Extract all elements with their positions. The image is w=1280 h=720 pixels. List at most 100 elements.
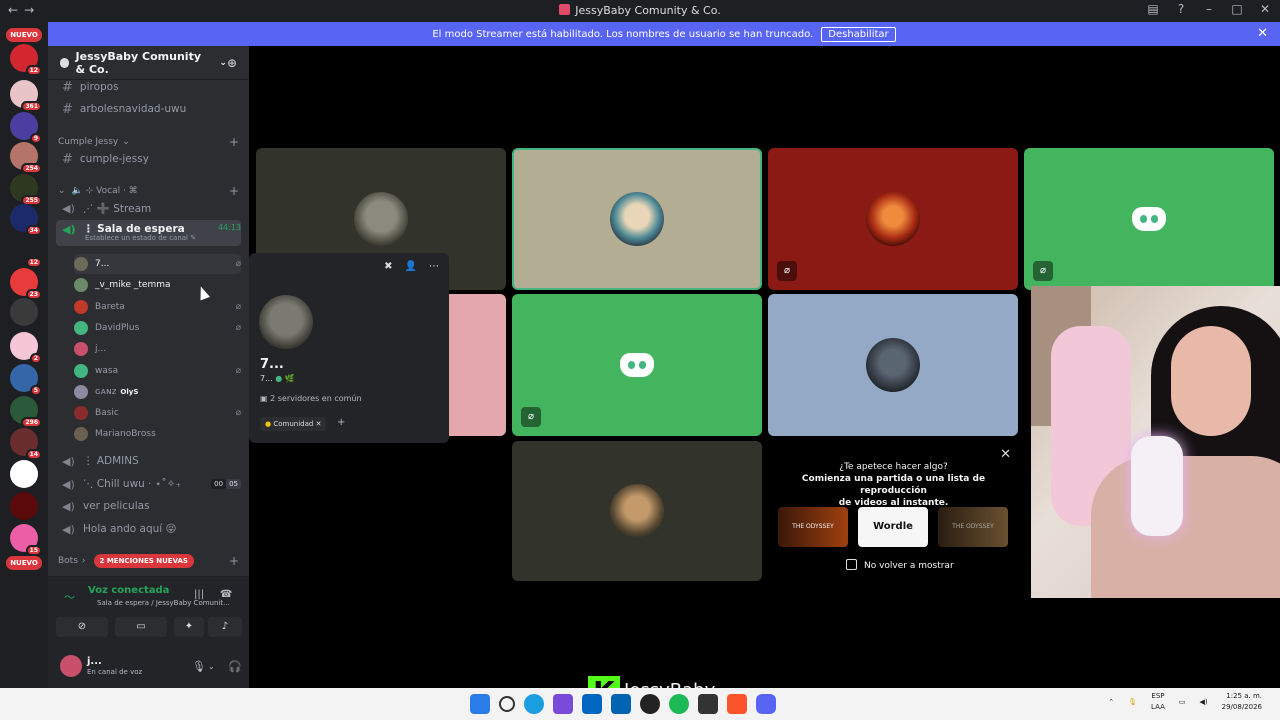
close-icon[interactable]: ✕: [1000, 447, 1011, 462]
category-vocal[interactable]: ⌄ 🔈 ⊹ Vocal ⋅ ⌘ +: [58, 184, 239, 198]
close-icon[interactable]: ✕: [1257, 26, 1268, 41]
server-header[interactable]: JessyBaby Comunity & Co. ⌄ ⊕: [48, 46, 249, 80]
start-icon[interactable]: [470, 694, 490, 714]
channel-piropos[interactable]: # piropos: [56, 77, 241, 97]
server-icon[interactable]: 5: [10, 364, 42, 396]
call-icon[interactable]: ✖: [384, 261, 392, 272]
voice-user[interactable]: wasa ⌀: [74, 361, 241, 381]
participant-tile[interactable]: [512, 441, 762, 581]
server-icon[interactable]: 296: [10, 396, 42, 428]
participant-tile[interactable]: [768, 294, 1018, 436]
voice-user[interactable]: Bareta ⌀: [74, 297, 241, 317]
mentions-pill[interactable]: 2 MENCIONES NUEVAS: [93, 554, 194, 568]
app-icon[interactable]: [611, 694, 631, 714]
more-icon[interactable]: ⋯: [429, 261, 439, 272]
invite-people-icon[interactable]: ⊕: [227, 56, 237, 70]
network-icon[interactable]: ▭: [1179, 698, 1186, 706]
category-cumple[interactable]: Cumple Jessy ⌄ +: [58, 135, 239, 149]
channel-arbolesnavidad[interactable]: # arbolesnavidad-uwu: [56, 99, 241, 119]
add-friend-icon[interactable]: 👤: [405, 261, 417, 272]
participant-tile[interactable]: ⌀: [1024, 148, 1274, 290]
channel-hola[interactable]: ◀) Hola ando aquí 😝: [56, 519, 241, 539]
disable-streamer-button[interactable]: Deshabilitar: [821, 26, 896, 42]
voice-user[interactable]: Basic ⌀: [74, 403, 241, 423]
server-icon[interactable]: 255: [10, 174, 42, 206]
app-icon[interactable]: [698, 694, 718, 714]
server-icon[interactable]: 9: [10, 112, 42, 144]
voice-connected-title[interactable]: Voz conectada: [88, 585, 169, 596]
headphones-icon[interactable]: 🎧: [228, 660, 242, 673]
voice-user[interactable]: ɢᴀɴᴢ OlyS: [74, 382, 241, 402]
spotify-icon[interactable]: [669, 694, 689, 714]
dont-show-again-checkbox[interactable]: No volver a mostrar: [846, 559, 954, 571]
edge-icon[interactable]: [524, 694, 544, 714]
channel-peliculas[interactable]: ◀) ver peliculas: [56, 496, 241, 516]
maximize-button[interactable]: □: [1230, 2, 1244, 16]
voice-user[interactable]: _v_mike _temma: [74, 275, 241, 295]
remove-icon[interactable]: ✕: [316, 420, 322, 428]
noise-suppression-icon[interactable]: |||: [194, 589, 204, 600]
store-icon[interactable]: [582, 694, 602, 714]
search-icon[interactable]: [499, 696, 515, 712]
chevron-down-icon[interactable]: ⌄: [208, 662, 215, 671]
mutual-servers[interactable]: ▣ 2 servidores en común: [260, 394, 362, 403]
app-icon[interactable]: [553, 694, 573, 714]
server-icon[interactable]: 14: [10, 428, 42, 460]
activity-card-wordle[interactable]: Wordle: [858, 507, 928, 547]
channel-status[interactable]: Establece un estado de canal ✎: [85, 234, 196, 242]
voice-user[interactable]: j...: [74, 339, 241, 359]
role-chip[interactable]: ● Comunidad ✕: [260, 417, 327, 431]
channel-sala-de-espera[interactable]: ◀) ⋮ Sala de espera 44:13 Establece un e…: [56, 220, 241, 246]
add-channel-icon[interactable]: +: [229, 184, 239, 198]
add-channel-icon[interactable]: +: [229, 554, 239, 568]
server-icon[interactable]: [10, 492, 38, 520]
inbox-icon[interactable]: ▤: [1146, 2, 1160, 16]
channel-chill[interactable]: ◀) ⋱ Chill uwu ⋅ ⋆˚✧₊ 00 05: [56, 474, 241, 494]
screen-share-button[interactable]: ▭: [115, 617, 167, 637]
user-panel[interactable]: j... En canal de voz 🎙 ⌄ 🎧 ⚙: [60, 653, 270, 681]
activity-card[interactable]: THE ODYSSEY: [778, 507, 848, 547]
voice-connected-subtitle[interactable]: Sala de espera / JessyBaby Comunit...: [97, 599, 230, 607]
category-bots[interactable]: Bots › 2 MENCIONES NUEVAS +: [58, 554, 239, 568]
server-icon[interactable]: 12: [10, 236, 42, 268]
activities-button[interactable]: ✦: [174, 617, 204, 637]
microphone-icon[interactable]: 🎙: [1128, 698, 1137, 706]
help-icon[interactable]: ?: [1174, 2, 1188, 16]
avatar[interactable]: [60, 655, 82, 677]
activity-card[interactable]: THE ODYSSEY: [938, 507, 1008, 547]
checkbox-icon[interactable]: [846, 559, 857, 570]
volume-icon[interactable]: ◀): [1200, 698, 1208, 706]
chevron-up-icon[interactable]: ⌃: [1108, 698, 1114, 706]
channel-admins[interactable]: ◀) ⋮ ADMINS: [56, 451, 241, 471]
voice-user[interactable]: DavidPlus ⌀: [74, 318, 241, 338]
server-icon[interactable]: 2: [10, 332, 42, 364]
voice-user[interactable]: MarianoBross: [74, 424, 241, 444]
brave-icon[interactable]: [727, 694, 747, 714]
discord-icon[interactable]: [756, 694, 776, 714]
server-icon[interactable]: [10, 460, 38, 488]
server-icon[interactable]: 12: [10, 44, 42, 76]
close-window-button[interactable]: ✕: [1258, 2, 1272, 16]
soundboard-button[interactable]: ♪: [208, 617, 242, 637]
server-icon[interactable]: 34: [10, 204, 42, 236]
add-channel-icon[interactable]: +: [229, 135, 239, 149]
participant-tile-speaking[interactable]: [512, 148, 762, 290]
microphone-icon[interactable]: 🎙: [192, 660, 206, 673]
server-icon[interactable]: [10, 298, 38, 326]
server-icon[interactable]: 254: [10, 142, 42, 174]
add-role-button[interactable]: +: [337, 417, 345, 428]
minimize-button[interactable]: –: [1202, 2, 1216, 16]
obs-icon[interactable]: [640, 694, 660, 714]
clock[interactable]: 1:25 a. m. 29/08/2026: [1222, 691, 1262, 713]
voice-user[interactable]: 7... ⌀: [74, 254, 241, 274]
participant-tile[interactable]: ⌀: [768, 148, 1018, 290]
channel-cumple-jessy[interactable]: # cumple-jessy: [56, 149, 241, 169]
disconnect-icon[interactable]: ☎: [220, 589, 232, 600]
server-icon[interactable]: 23: [10, 268, 42, 300]
participant-tile[interactable]: ⌀: [512, 294, 762, 436]
server-icon[interactable]: 15: [10, 524, 42, 556]
language-indicator[interactable]: ESP LAA: [1151, 691, 1165, 713]
channel-stream[interactable]: ◀) ⋰ ➕ Stream: [56, 198, 241, 218]
server-icon[interactable]: 361: [10, 80, 42, 112]
camera-button[interactable]: ⊘: [56, 617, 108, 637]
